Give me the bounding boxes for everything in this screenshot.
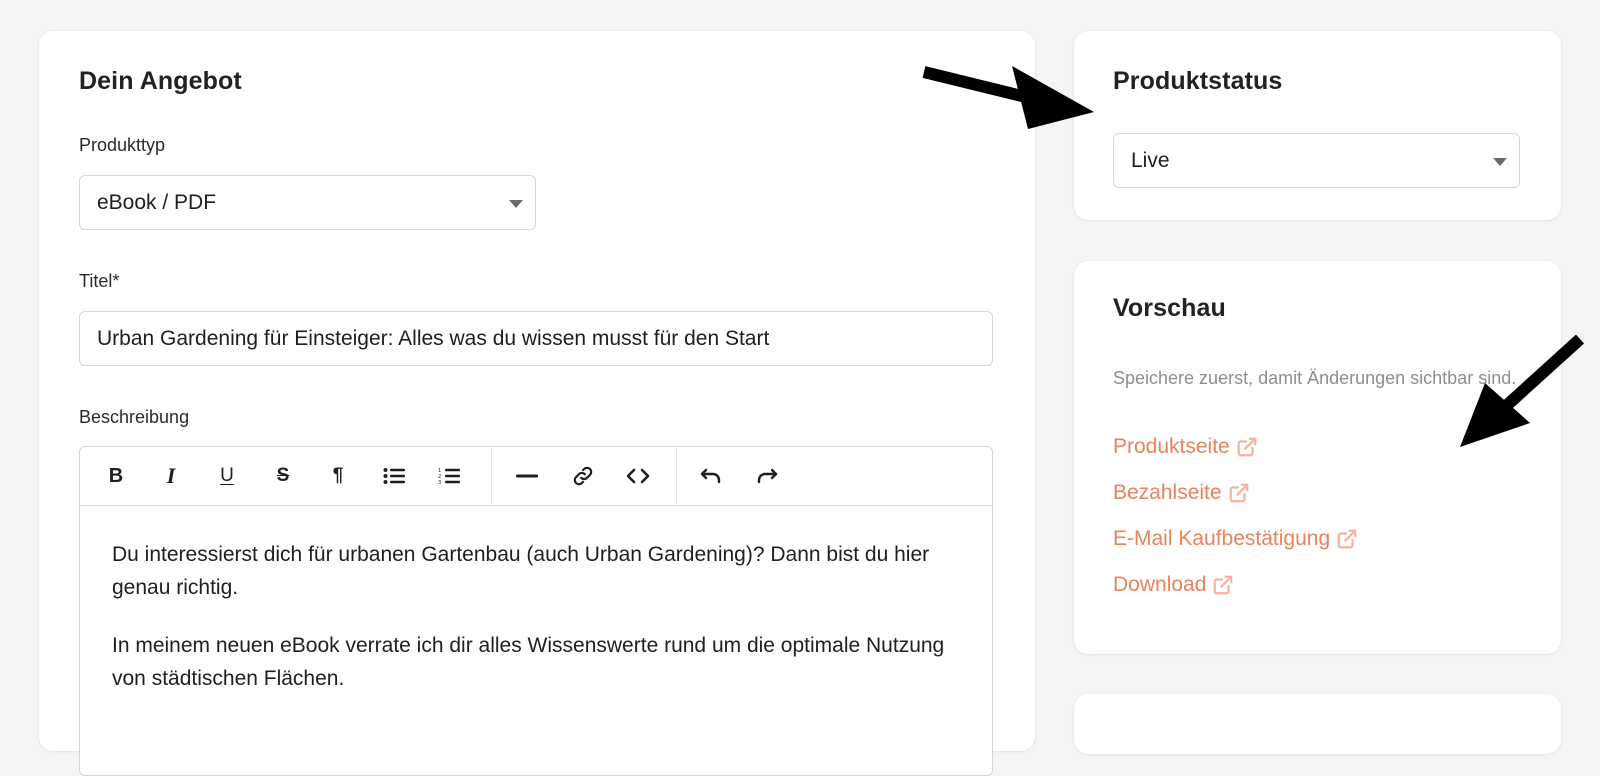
underline-icon: U <box>220 465 234 486</box>
product-type-label: Produkttyp <box>79 135 166 155</box>
paragraph-button[interactable]: ¶ <box>321 459 355 493</box>
chevron-down-icon <box>1493 157 1507 166</box>
title-label: Titel* <box>79 271 120 291</box>
bullet-list-button[interactable] <box>377 459 411 493</box>
toolbar-divider <box>491 447 492 505</box>
description-label: Beschreibung <box>79 407 190 427</box>
description-editor[interactable]: B I U S ¶ 1 2 3 Du interessierst dich fü… <box>79 446 993 776</box>
description-paragraph: In meinem neuen eBook verrate ich dir al… <box>112 634 945 690</box>
offer-title: Dein Angebot <box>79 67 242 95</box>
arrow-annotation-status <box>922 66 1094 129</box>
external-link-icon <box>1237 437 1257 457</box>
bullet-list-icon <box>383 468 405 484</box>
status-card: Produktstatus Live <box>1074 31 1561 220</box>
payment-page-link[interactable]: Bezahlseite <box>1113 481 1250 505</box>
offer-card: Dein Angebot Produkttyp eBook / PDF Tite… <box>39 31 1035 776</box>
product-type-select[interactable]: eBook / PDF <box>79 175 536 230</box>
horizontal-rule-icon <box>516 474 538 478</box>
preview-title: Vorschau <box>1113 294 1226 322</box>
code-button[interactable] <box>621 459 655 493</box>
editor-toolbar: B I U S ¶ 1 2 3 <box>80 447 992 506</box>
redo-icon <box>757 468 778 484</box>
link-label: Bezahlseite <box>1113 481 1222 504</box>
toolbar-divider <box>676 447 677 505</box>
link-button[interactable] <box>566 459 600 493</box>
link-label: Produktseite <box>1113 435 1230 458</box>
redo-button[interactable] <box>750 459 784 493</box>
bold-icon: B <box>108 464 124 487</box>
preview-card: Vorschau Speichere zuerst, damit Änderun… <box>1074 261 1561 654</box>
title-input[interactable]: Urban Gardening für Einsteiger: Alles wa… <box>79 311 993 366</box>
chevron-down-icon <box>509 199 523 208</box>
description-paragraph: Du interessierst dich für urbanen Garten… <box>112 543 930 599</box>
product-type-value: eBook / PDF <box>97 190 217 214</box>
paragraph-icon: ¶ <box>332 465 344 486</box>
strikethrough-icon: S <box>276 465 290 486</box>
bold-button[interactable]: B <box>99 459 133 493</box>
status-value: Live <box>1131 148 1170 172</box>
code-icon <box>626 468 650 484</box>
external-link-icon <box>1337 529 1357 549</box>
italic-icon: I <box>166 463 176 488</box>
arrow-annotation-preview <box>1460 335 1585 447</box>
download-link[interactable]: Download <box>1113 573 1234 597</box>
link-icon <box>573 466 593 486</box>
status-title: Produktstatus <box>1113 67 1283 95</box>
undo-button[interactable] <box>694 459 728 493</box>
svg-text:3: 3 <box>438 480 441 485</box>
link-label: E-Mail Kaufbestätigung <box>1113 527 1331 550</box>
horizontal-rule-button[interactable] <box>510 459 544 493</box>
product-page-link[interactable]: Produktseite <box>1113 435 1258 459</box>
underline-button[interactable]: U <box>210 459 244 493</box>
link-label: Download <box>1113 573 1207 596</box>
ordered-list-button[interactable]: 1 2 3 <box>432 459 466 493</box>
status-select[interactable]: Live <box>1113 133 1520 188</box>
external-link-icon <box>1214 575 1233 595</box>
italic-button[interactable]: I <box>154 459 188 493</box>
strikethrough-button[interactable]: S <box>266 459 300 493</box>
undo-icon <box>700 468 721 484</box>
purchase-email-link[interactable]: E-Mail Kaufbestätigung <box>1113 527 1358 551</box>
next-card <box>1074 694 1561 754</box>
title-input-value: Urban Gardening für Einsteiger: Alles wa… <box>97 326 770 350</box>
external-link-icon <box>1229 483 1248 503</box>
ordered-list-icon: 1 2 3 <box>438 468 460 485</box>
